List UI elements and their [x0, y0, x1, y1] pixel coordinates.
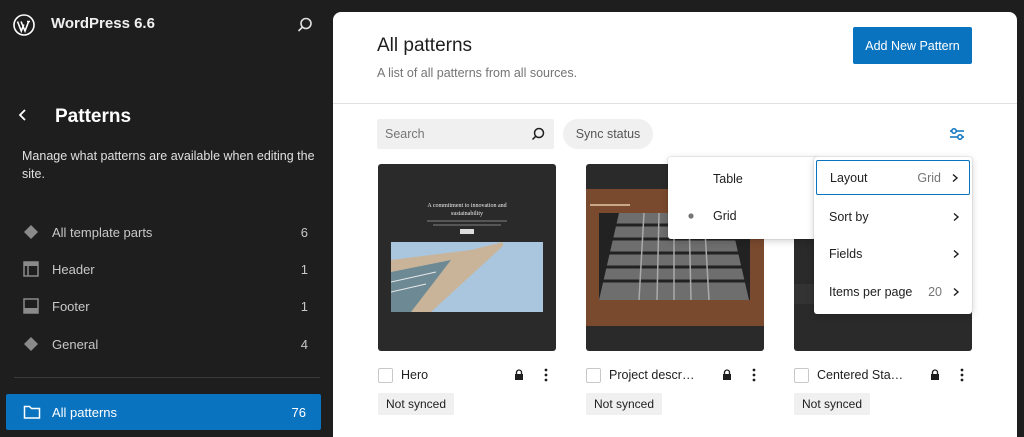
menu-item-value: 20 — [928, 284, 942, 299]
pattern-thumbnail[interactable]: A commitment to innovation and sustainab… — [378, 164, 556, 351]
general-icon — [22, 335, 40, 353]
sync-status-filter[interactable]: Sync status — [563, 119, 653, 149]
sidebar-item-count: 76 — [291, 404, 306, 420]
select-checkbox[interactable] — [794, 367, 809, 383]
sidebar-item-general[interactable]: General 4 — [22, 329, 308, 359]
chevron-right-icon — [952, 173, 959, 182]
sidebar: WordPress 6.6 Patterns Manage what patte… — [0, 0, 333, 437]
sync-status-badge: Not synced — [794, 393, 871, 415]
layout-option-table[interactable]: Table — [668, 164, 818, 194]
view-options-menu: Layout Grid Sort by Fields Items per pag… — [814, 157, 972, 314]
lock-icon — [515, 369, 523, 380]
folder-icon — [23, 403, 43, 421]
chevron-right-icon — [953, 287, 960, 296]
chevron-right-icon — [953, 249, 960, 258]
site-title[interactable]: WordPress 6.6 — [51, 15, 155, 32]
sync-status-badge: Not synced — [378, 393, 455, 415]
thumbnail-building-image — [391, 242, 543, 312]
sidebar-item-label: Footer — [52, 298, 90, 314]
pattern-card[interactable]: A commitment to innovation and sustainab… — [378, 164, 556, 415]
card-meta: Project descr… — [586, 364, 764, 386]
layout-option-label: Table — [713, 172, 743, 186]
sidebar-item-label: All template parts — [52, 224, 153, 240]
more-actions-icon[interactable] — [748, 367, 760, 383]
search-input[interactable]: Search — [377, 119, 554, 149]
header-divider — [333, 103, 1017, 104]
sidebar-item-count: 6 — [300, 224, 308, 240]
pattern-title[interactable]: Centered Sta… — [817, 368, 929, 382]
sidebar-item-count: 1 — [300, 261, 308, 277]
add-new-pattern-button[interactable]: Add New Pattern — [853, 27, 972, 64]
lock-icon — [723, 369, 731, 380]
sidebar-item-label: Header — [52, 261, 95, 277]
selected-dot-icon — [668, 213, 713, 219]
footer-icon — [22, 297, 40, 315]
thumbnail-heading: A commitment to innovation and sustainab… — [427, 203, 507, 217]
chevron-right-icon — [953, 212, 960, 221]
sidebar-title: Patterns — [55, 106, 132, 127]
header-icon — [22, 260, 40, 278]
sidebar-item-count: 1 — [300, 298, 308, 314]
menu-item-label: Sort by — [829, 209, 869, 224]
card-meta: Centered Sta… — [794, 364, 972, 386]
menu-item-layout[interactable]: Layout Grid — [816, 160, 970, 195]
layout-option-label: Grid — [713, 209, 737, 223]
menu-item-sort-by[interactable]: Sort by — [816, 199, 970, 234]
sidebar-item-all-patterns[interactable]: All patterns 76 — [6, 394, 321, 430]
menu-item-items-per-page[interactable]: Items per page 20 — [816, 274, 970, 309]
card-meta: Hero — [378, 364, 556, 386]
page-description: A list of all patterns from all sources. — [377, 66, 578, 80]
menu-item-label: Items per page — [829, 284, 913, 299]
thumbnail-button — [460, 229, 474, 234]
sidebar-description: Manage what patterns are available when … — [22, 149, 315, 181]
menu-item-label: Layout — [830, 170, 868, 185]
lock-icon — [931, 369, 939, 380]
sidebar-item-header[interactable]: Header 1 — [22, 254, 308, 284]
layout-submenu: Table Grid — [668, 157, 818, 239]
menu-item-fields[interactable]: Fields — [816, 236, 970, 271]
more-actions-icon[interactable] — [540, 367, 552, 383]
menu-item-value: Grid — [917, 170, 941, 185]
sidebar-item-label: All patterns — [52, 404, 118, 420]
thumbnail-text-line — [433, 224, 501, 226]
search-icon[interactable] — [296, 16, 314, 34]
select-checkbox[interactable] — [378, 367, 393, 383]
sidebar-item-label: General — [52, 336, 99, 352]
sidebar-item-all-template-parts[interactable]: All template parts 6 — [22, 217, 308, 247]
sidebar-divider — [14, 377, 320, 378]
sidebar-item-count: 4 — [300, 336, 308, 352]
thumbnail-text-line — [590, 204, 630, 206]
search-placeholder: Search — [385, 127, 425, 141]
back-arrow-icon[interactable] — [14, 105, 32, 125]
sync-status-badge: Not synced — [586, 393, 663, 415]
template-parts-icon — [22, 223, 40, 241]
layout-option-grid[interactable]: Grid — [668, 201, 818, 231]
pattern-title[interactable]: Project descr… — [609, 368, 721, 382]
search-icon — [531, 127, 545, 141]
pattern-title[interactable]: Hero — [401, 368, 513, 382]
thumbnail-text-line — [427, 220, 507, 222]
page-title: All patterns — [377, 35, 473, 56]
sidebar-item-footer[interactable]: Footer 1 — [22, 291, 308, 321]
wordpress-logo-icon[interactable] — [13, 14, 35, 36]
select-checkbox[interactable] — [586, 367, 601, 383]
menu-item-label: Fields — [829, 246, 863, 261]
view-options-icon[interactable] — [948, 125, 966, 143]
more-actions-icon[interactable] — [956, 367, 968, 383]
